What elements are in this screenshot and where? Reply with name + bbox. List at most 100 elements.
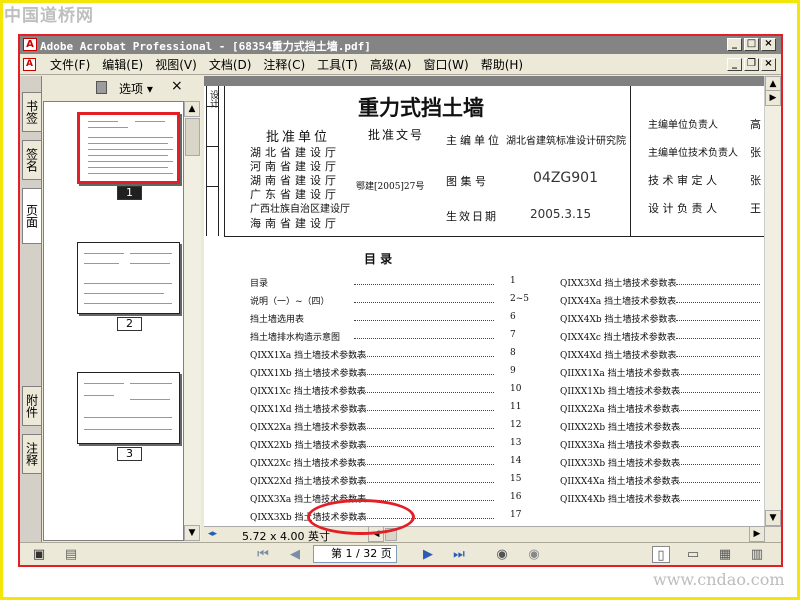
document-scrollbar[interactable]: ▲ ▶ ▼ [764, 76, 781, 526]
right-name-3: 张 [750, 174, 761, 187]
doc-minimize-button[interactable]: _ [727, 58, 742, 71]
single-page-icon[interactable]: ▯ [652, 546, 670, 563]
toc-left-item: 挡土墙选用表 [250, 315, 305, 325]
doc-scroll-right-arrow-icon[interactable]: ▶ [765, 90, 781, 106]
toc-leader-dots [676, 356, 760, 357]
thumbnail-number-2: 2 [117, 317, 142, 331]
toc-leader-dots [354, 284, 494, 285]
page-thumbnail-3[interactable] [77, 372, 180, 444]
document-page: 设计 重力式挡土墙 批准单位 湖北省建设厅 河南省建设厅 湖南省建设厅 广东省建… [204, 86, 764, 526]
tab-attachments[interactable]: 附件 [22, 386, 41, 426]
thumbnail-number-3: 3 [117, 447, 142, 461]
toc-left-page: 11 [510, 402, 522, 412]
toc-leader-dots [354, 302, 494, 303]
toc-right-item: QIXX4Xd 挡土墙技术参数表 [560, 351, 677, 361]
toc-left-item: QIXX1Xa 挡土墙技术参数表 [250, 351, 367, 361]
prev-page-icon[interactable]: ◀ [286, 546, 304, 563]
tab-bookmarks[interactable]: 书签 [22, 92, 41, 132]
title-bar[interactable]: A Adobe Acrobat Professional - [68354重力式… [20, 36, 781, 54]
thumbnail-list: 1 2 3 [43, 101, 184, 541]
toc-leader-dots [354, 482, 494, 483]
toc-left-item: 目录 [250, 279, 269, 289]
toc-leader-dots [676, 500, 760, 501]
menu-item-3[interactable]: 文档(D) [203, 58, 258, 72]
menu-item-6[interactable]: 高级(A) [364, 58, 418, 72]
scroll-thumb[interactable] [185, 118, 200, 156]
menu-item-2[interactable]: 视图(V) [149, 58, 203, 72]
thumbnail-scrollbar[interactable]: ▲ ▼ [184, 101, 201, 541]
go-forward-icon[interactable]: ◉ [525, 546, 543, 563]
hscroll-right-arrow-icon[interactable]: ▶ [749, 526, 765, 542]
menu-item-5[interactable]: 工具(T) [311, 58, 364, 72]
page-thumbnail-1[interactable] [77, 112, 180, 184]
document-view[interactable]: 设计 重力式挡土墙 批准单位 湖北省建设厅 河南省建设厅 湖南省建设厅 广东省建… [204, 76, 764, 526]
panel-close-icon[interactable]: × [171, 78, 183, 94]
toc-leader-dots [354, 410, 494, 411]
next-page-icon[interactable]: ▶ [419, 546, 437, 563]
toc-left-page: 6 [510, 312, 516, 322]
page-thumbnail-2[interactable] [77, 242, 180, 314]
options-menu[interactable]: 选项 ▾ [119, 80, 153, 97]
toc-left-item: QIXX2Xa 挡土墙技术参数表 [250, 423, 367, 433]
toc-right-item: QIIXX1Xa 挡土墙技术参数表 [560, 369, 680, 379]
doc-close-button[interactable]: × [761, 58, 776, 71]
toc-leader-dots [354, 464, 494, 465]
effective-label: 生效日期 [446, 210, 498, 223]
toc-left-item: QIXX2Xc 挡土墙技术参数表 [250, 459, 366, 469]
go-back-icon[interactable]: ◉ [493, 546, 511, 563]
continuous-icon[interactable]: ▭ [684, 546, 702, 563]
tab-comments[interactable]: 注释 [22, 434, 41, 474]
document-icon[interactable]: A [23, 58, 36, 71]
menu-item-8[interactable]: 帮助(H) [475, 58, 529, 72]
scroll-up-arrow-icon[interactable]: ▲ [184, 101, 200, 117]
toc-right-item: QIIXX2Xa 挡土墙技术参数表 [560, 405, 680, 415]
scroll-down-arrow-icon[interactable]: ▼ [184, 525, 200, 541]
doc-restore-button[interactable]: ❐ [744, 58, 759, 71]
toc-left-page: 7 [510, 330, 516, 340]
approval-unit-label: 批准单位 [266, 130, 331, 145]
toc-left-page: 15 [510, 474, 522, 484]
right-role-3: 技 术 审 定 人 [648, 174, 717, 187]
pages-panel: 选项 ▾ × 1 2 3 ▲ ▼ [43, 76, 203, 542]
page-number-field[interactable]: 第 1 / 32 页 [313, 545, 397, 563]
toc-leader-dots [676, 446, 760, 447]
menu-item-7[interactable]: 窗口(W) [417, 58, 474, 72]
toc-leader-dots [354, 428, 494, 429]
menu-item-4[interactable]: 注释(C) [257, 58, 311, 72]
toc-leader-dots [676, 302, 760, 303]
approval-doc-label: 批准文号 [368, 128, 425, 142]
maximize-button[interactable]: □ [744, 38, 759, 51]
approval-unit-5: 广西壮族自治区建设厅 [250, 204, 350, 215]
toc-right-item: QIXX4Xb 挡土墙技术参数表 [560, 315, 677, 325]
last-page-icon[interactable]: ⏭ [450, 546, 468, 563]
page-setup-icon[interactable]: ▤ [62, 546, 80, 563]
toc-left-page: 8 [510, 348, 516, 358]
menu-item-0[interactable]: 文件(F) [44, 58, 96, 72]
effective-date: 2005.3.15 [530, 207, 592, 221]
menu-items: 文件(F) 编辑(E) 视图(V) 文档(D) 注释(C) 工具(T) 高级(A) 窗口(W)… [44, 58, 529, 72]
layout-icon[interactable]: ▣ [30, 546, 48, 563]
toc-right-item: QIIXX3Xb 挡土墙技术参数表 [560, 459, 681, 469]
editor-value: 湖北省建筑标准设计研究院 [506, 136, 626, 147]
facing-icon[interactable]: ▦ [716, 546, 734, 563]
toc-right-item: QIIXX1Xb 挡土墙技术参数表 [560, 387, 681, 397]
first-page-icon[interactable]: ⏮ [254, 546, 272, 563]
toc-left-page: 12 [510, 420, 522, 430]
toc-left-page: 16 [510, 492, 522, 502]
toc-leader-dots [676, 392, 760, 393]
expand-arrows-icon[interactable]: ◂▸ [208, 529, 220, 540]
trash-icon[interactable] [96, 81, 107, 94]
doc-scroll-down-arrow-icon[interactable]: ▼ [765, 510, 781, 526]
tab-pages[interactable]: 页面 [22, 188, 41, 244]
minimize-button[interactable]: _ [727, 38, 742, 51]
continuous-facing-icon[interactable]: ▥ [748, 546, 766, 563]
toc-leader-dots [676, 482, 760, 483]
toc-leader-dots [676, 284, 760, 285]
toc-right-item: QIIXX4Xa 挡土墙技术参数表 [560, 477, 680, 487]
close-button[interactable]: × [761, 38, 776, 51]
toc-left-item: QIXX1Xc 挡土墙技术参数表 [250, 387, 366, 397]
toc-leader-dots [354, 392, 494, 393]
acrobat-window: A Adobe Acrobat Professional - [68354重力式… [20, 36, 781, 565]
menu-item-1[interactable]: 编辑(E) [96, 58, 149, 72]
tab-signatures[interactable]: 签名 [22, 140, 41, 180]
